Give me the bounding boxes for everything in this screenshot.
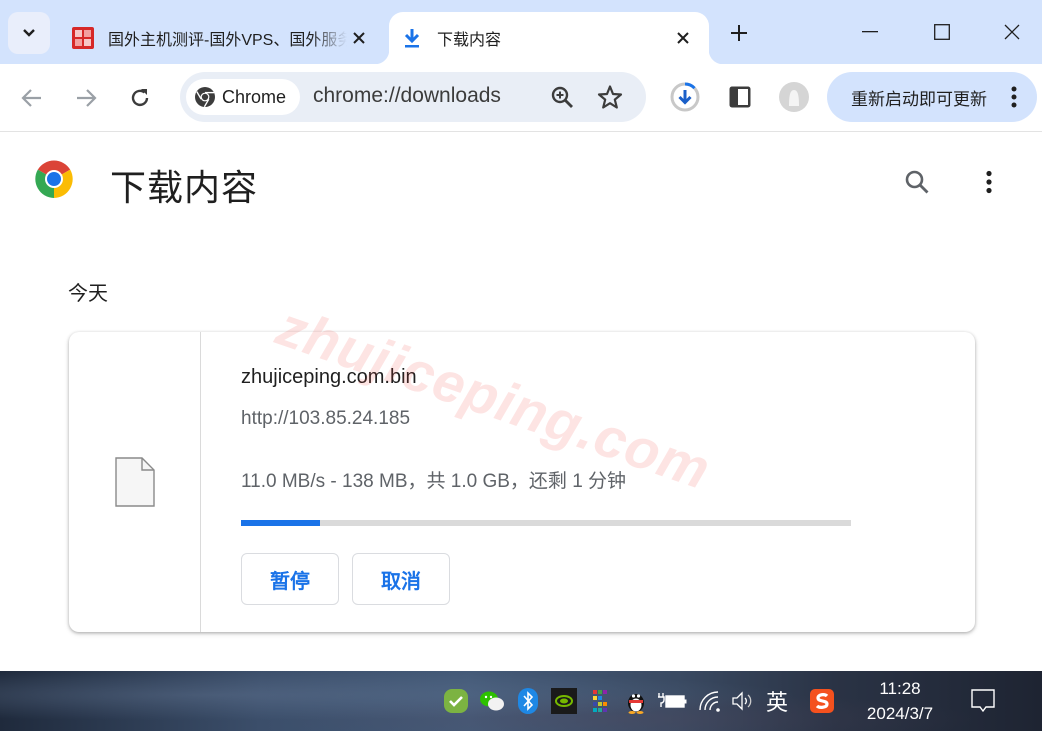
zoom-button[interactable] (548, 83, 576, 111)
clock-date: 2024/3/7 (866, 704, 934, 723)
close-tab-button[interactable] (347, 26, 371, 50)
download-progress-bar (241, 520, 851, 526)
volume-icon[interactable] (730, 686, 758, 716)
minimize-button[interactable] (850, 14, 890, 50)
cancel-button[interactable]: 取消 (352, 553, 450, 605)
file-icon (114, 457, 155, 507)
sogou-input-icon[interactable] (808, 686, 836, 716)
avatar (779, 82, 809, 112)
download-icon (399, 25, 425, 51)
url-text[interactable]: chrome://downloads (313, 84, 501, 108)
omnibox[interactable]: Chrome chrome://downloads (180, 72, 646, 122)
file-icon-column (69, 332, 201, 632)
new-tab-button[interactable] (724, 18, 754, 48)
maximize-icon (934, 24, 950, 40)
nvidia-icon[interactable] (550, 686, 578, 716)
downloads-page: 下载内容 今天 zhujiceping.com.bin http://103.8… (0, 133, 1042, 671)
profile-button[interactable] (777, 80, 811, 114)
forward-button[interactable] (70, 82, 102, 114)
qq-icon[interactable] (622, 686, 650, 716)
page-title: 下载内容 (110, 167, 259, 208)
side-panel-icon (729, 86, 751, 108)
color-grid-app-icon[interactable] (586, 686, 614, 716)
notification-center-button[interactable] (968, 685, 998, 717)
battery-charging-icon[interactable] (656, 686, 688, 716)
bluetooth-icon[interactable] (514, 686, 542, 716)
reload-button[interactable] (124, 82, 156, 114)
tab-zhujiceping[interactable]: 国外主机测评-国外VPS、国外服务器 (60, 12, 385, 64)
plus-icon (731, 25, 747, 41)
arrow-left-icon (21, 89, 41, 107)
input-method-indicator[interactable]: 英 (766, 685, 788, 717)
tab-title: 下载内容 (437, 32, 502, 49)
date-section-heading: 今天 (68, 283, 108, 305)
download-item: zhujiceping.com.bin http://103.85.24.185… (69, 332, 975, 632)
security-check-icon[interactable] (442, 686, 470, 716)
arrow-right-icon (77, 89, 97, 107)
more-vert-icon (1011, 86, 1017, 108)
notification-icon (971, 689, 995, 713)
back-button[interactable] (16, 82, 48, 114)
reload-icon (131, 89, 149, 107)
maximize-button[interactable] (922, 14, 962, 50)
chrome-logo-icon (35, 160, 73, 198)
site-info-chip[interactable]: Chrome (186, 79, 300, 115)
relaunch-label: 重新启动即可更新 (851, 89, 987, 109)
download-progress-icon (670, 82, 700, 112)
site-chip-label: Chrome (222, 86, 287, 107)
chrome-icon (195, 87, 215, 108)
search-downloads-button[interactable] (900, 165, 934, 199)
star-icon (597, 85, 623, 109)
search-icon (905, 170, 929, 194)
close-icon (1004, 24, 1020, 40)
pause-button[interactable]: 暂停 (241, 553, 339, 605)
source-url-link[interactable]: http://103.85.24.185 (241, 408, 410, 430)
download-progress-fill (241, 520, 321, 526)
file-name-link[interactable]: zhujiceping.com.bin (241, 366, 417, 389)
tab-strip: 国外主机测评-国外VPS、国外服务器 下载内容 (0, 0, 1042, 64)
close-icon (353, 32, 365, 44)
bookmark-button[interactable] (596, 83, 624, 111)
close-tab-button[interactable] (671, 26, 695, 50)
minimize-icon (862, 31, 878, 33)
zoom-in-icon (551, 86, 573, 108)
clock-time: 11:28 (879, 679, 921, 698)
download-status-text: 11.0 MB/s - 138 MB，共 1.0 GB，还剩 1 分钟 (241, 471, 627, 492)
screen: 国外主机测评-国外VPS、国外服务器 下载内容 Chrome chrome://… (0, 0, 1042, 731)
side-panel-button[interactable] (723, 80, 757, 114)
taskbar: 英 11:28 2024/3/7 (0, 671, 1042, 731)
site-seal-favicon (70, 25, 96, 51)
tab-title: 国外主机测评-国外VPS、国外服务器 (108, 32, 347, 49)
downloads-button[interactable] (668, 80, 702, 114)
wifi-icon[interactable] (696, 686, 724, 716)
more-vert-icon (986, 170, 992, 194)
chevron-down-icon (23, 29, 35, 37)
close-icon (677, 32, 689, 44)
page-more-menu-button[interactable] (974, 165, 1004, 199)
system-clock[interactable]: 11:28 2024/3/7 (858, 677, 942, 727)
tab-downloads[interactable]: 下载内容 (375, 12, 723, 64)
wechat-icon[interactable] (478, 686, 506, 716)
relaunch-to-update-button[interactable]: 重新启动即可更新 (827, 72, 1037, 122)
tab-search-button[interactable] (8, 12, 50, 54)
close-window-button[interactable] (992, 14, 1032, 50)
toolbar: Chrome chrome://downloads 重新启动即可更新 (0, 64, 1042, 132)
